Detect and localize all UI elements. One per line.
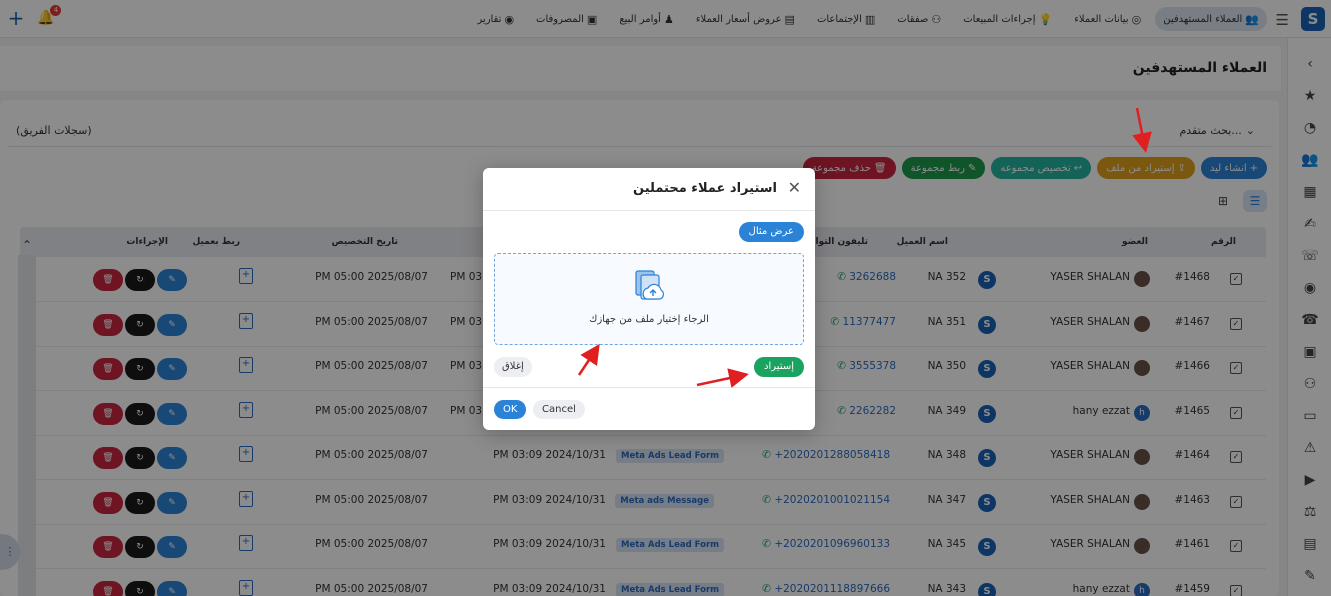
show-example-button[interactable]: عرض مثال (738, 222, 804, 242)
file-dropzone[interactable]: الرجاء إختيار ملف من جهازك (494, 253, 804, 345)
cancel-button[interactable]: Cancel (533, 400, 585, 419)
dropzone-instruction: الرجاء إختيار ملف من جهازك (589, 314, 709, 325)
import-leads-modal: استيراد عملاء محتملين ✕ عرض مثال الرجاء … (483, 168, 815, 430)
divider (483, 210, 815, 211)
import-button[interactable]: إستيراد (754, 357, 804, 377)
divider (483, 387, 815, 388)
modal-title: استيراد عملاء محتملين (633, 181, 777, 196)
close-button[interactable]: إغلاق (494, 357, 532, 377)
close-icon[interactable]: ✕ (788, 178, 801, 197)
ok-button[interactable]: OK (494, 400, 527, 419)
file-upload-icon (635, 270, 664, 300)
